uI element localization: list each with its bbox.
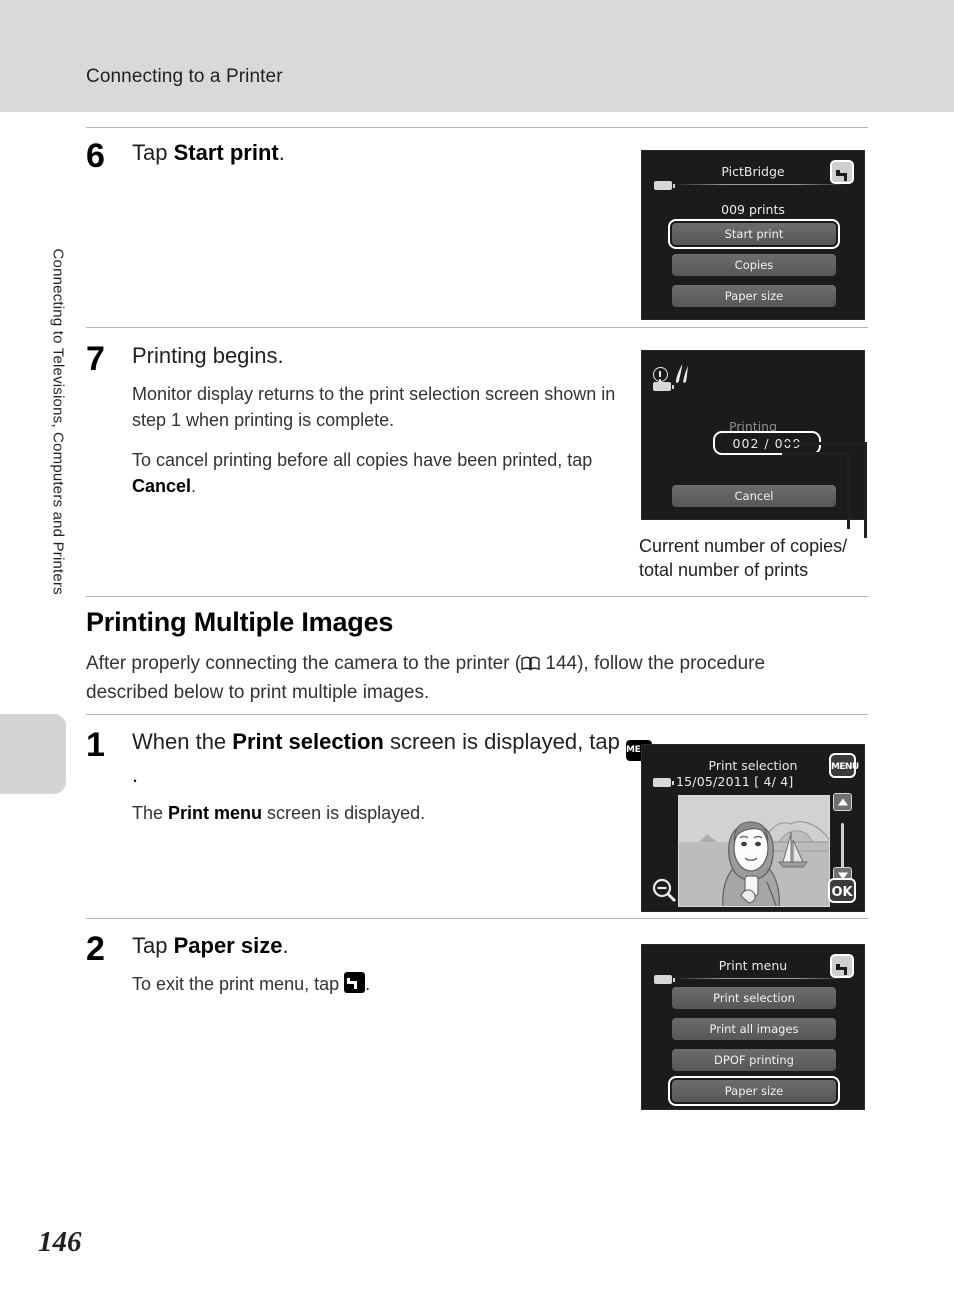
step-2-sub-post: .	[365, 974, 371, 995]
section-intro-ref: 144	[545, 653, 578, 674]
print-selection-date-counter: 15/05/2011 [ 4/ 4]	[676, 774, 793, 789]
callout-leader-horizontal-2	[782, 452, 850, 455]
print-selection-date: 15/05/2011	[676, 774, 751, 789]
step-1-title: When the Print selection screen is displ…	[132, 728, 655, 789]
page-header-title: Connecting to a Printer	[86, 66, 283, 87]
step-7-sub-2-post: .	[191, 476, 197, 497]
step-2-sub: To exit the print menu, tap .	[132, 971, 652, 997]
step-1-sub-pre: The	[132, 803, 169, 824]
step-2-title-bold: Paper size	[173, 933, 283, 958]
screenshot-print-menu: Print menu Print selection Print all ima…	[641, 944, 865, 1110]
step-1-sub-bold: Print menu	[168, 803, 263, 824]
divider-rule-2	[86, 327, 868, 328]
step-1-sub-post: screen is displayed.	[262, 803, 426, 824]
zoom-out-icon[interactable]	[651, 877, 677, 903]
divider-rule-4	[86, 714, 868, 715]
step-7-sub-2-pre: To cancel printing before all copies hav…	[132, 450, 593, 471]
step-2-number: 2	[86, 930, 105, 968]
step-1-sub: The Print menu screen is displayed.	[132, 800, 652, 826]
printing-cancel-button[interactable]: Cancel	[672, 485, 836, 507]
step-7-sub-1: Monitor display returns to the print sel…	[132, 384, 616, 431]
section-intro: After properly connecting the camera to …	[86, 650, 786, 707]
step-7-title: Printing begins.	[132, 343, 284, 368]
page-header: Connecting to a Printer	[0, 0, 954, 112]
screenshot-print-selection: Print selection 15/05/2011 [ 4/ 4] MENU …	[641, 744, 865, 912]
battery-icon	[653, 382, 674, 391]
pictbridge-button-start-print[interactable]: Start print	[672, 223, 836, 245]
step-7-number: 7	[86, 340, 105, 378]
back-icon	[344, 972, 366, 994]
callout-caption-line-2: total number of prints	[639, 560, 809, 581]
print-menu-button-paper-size[interactable]: Paper size	[672, 1080, 836, 1102]
exclamation-icon	[653, 367, 668, 382]
step-6-title-post: .	[278, 140, 285, 165]
section-printing-multiple-images: Printing Multiple Images After properly …	[86, 607, 868, 707]
divider-rule-1	[86, 127, 868, 128]
battery-icon	[654, 975, 675, 984]
step-2-sub-pre: To exit the print menu, tap	[132, 974, 345, 995]
step-6-title-bold: Start print	[173, 140, 279, 165]
blur-warning-icon	[675, 364, 688, 383]
step-1-title-post: .	[132, 762, 139, 787]
battery-icon	[653, 778, 674, 787]
print-menu-button-print-all-images[interactable]: Print all images	[672, 1018, 836, 1040]
print-menu-button-dpof-printing[interactable]: DPOF printing	[672, 1049, 836, 1071]
back-key-icon[interactable]	[830, 954, 854, 978]
divider-rule-5	[86, 918, 868, 919]
step-2-title: Tap Paper size.	[132, 932, 652, 960]
step-2-title-pre: Tap	[132, 933, 174, 958]
divider-rule-3	[86, 596, 868, 597]
screenshot-pictbridge: PictBridge 009 prints Start print Copies…	[641, 150, 865, 320]
pictbridge-title-rule	[678, 184, 842, 185]
book-reference-icon	[521, 656, 540, 671]
chapter-side-label: Connecting to Televisions, Computers and…	[49, 248, 67, 595]
print-selection-counter: [ 4/ 4]	[754, 774, 794, 789]
pictbridge-button-paper-size[interactable]: Paper size	[672, 285, 836, 307]
step-6-title: Tap Start print.	[132, 139, 652, 167]
section-heading: Printing Multiple Images	[86, 607, 394, 637]
ok-key-icon[interactable]: OK	[828, 878, 856, 903]
battery-icon	[654, 181, 675, 190]
chapter-thumb-tab	[0, 714, 66, 794]
step-1-title-bold: Print selection	[232, 729, 384, 754]
print-selection-thumbnail[interactable]	[678, 795, 830, 907]
step-7-sub-2: To cancel printing before all copies hav…	[132, 447, 652, 499]
scrollbar-track[interactable]	[841, 823, 844, 871]
pictbridge-prints-count: 009 prints	[721, 202, 785, 217]
step-7-sub-2-bold: Cancel	[132, 476, 192, 497]
print-menu-title-rule	[678, 978, 842, 979]
pictbridge-button-copies[interactable]: Copies	[672, 254, 836, 276]
print-menu-button-print-selection[interactable]: Print selection	[672, 987, 836, 1009]
callout-leader-vertical-2	[847, 452, 850, 529]
menu-key-icon[interactable]: MENU	[829, 753, 859, 778]
page-number: 146	[38, 1226, 82, 1258]
step-1-number: 1	[86, 726, 105, 764]
callout-caption: Current number of copies/ total number o…	[639, 534, 847, 583]
step-6-title-pre: Tap	[132, 140, 174, 165]
section-intro-pre: After properly connecting the camera to …	[86, 653, 522, 674]
back-key-icon[interactable]	[830, 160, 854, 184]
arrow-up-icon[interactable]	[833, 793, 852, 811]
callout-leader-horizontal-1	[782, 442, 867, 445]
screenshot-printing: Printing 002 / 009 Cancel	[641, 350, 865, 520]
step-1-title-pre: When the	[132, 729, 233, 754]
step-2-title-post: .	[282, 933, 289, 958]
callout-caption-line-1: Current number of copies/	[639, 536, 848, 556]
arrow-up-glyph	[837, 798, 848, 806]
callout-leader-vertical-1	[864, 442, 867, 538]
step-1-title-mid: screen is displayed, tap	[383, 729, 627, 754]
step-6-number: 6	[86, 137, 105, 175]
